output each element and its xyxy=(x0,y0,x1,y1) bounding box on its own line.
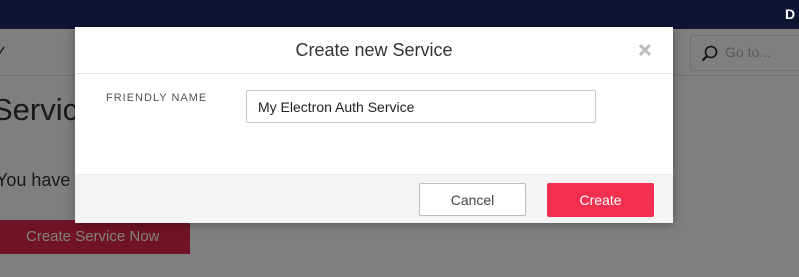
friendly-name-label: FRIENDLY NAME xyxy=(106,92,208,104)
top-nav-bar: D xyxy=(0,0,799,29)
cancel-button[interactable]: Cancel xyxy=(419,183,526,216)
friendly-name-input[interactable] xyxy=(246,90,596,123)
modal-footer: Cancel Create xyxy=(75,174,673,223)
create-service-modal: Create new Service FRIENDLY NAME Cancel … xyxy=(75,27,673,223)
modal-header: Create new Service xyxy=(75,27,673,74)
modal-body: FRIENDLY NAME xyxy=(75,74,673,174)
create-button[interactable]: Create xyxy=(547,183,654,217)
close-icon xyxy=(634,43,656,64)
user-initial[interactable]: D xyxy=(785,6,799,22)
close-button[interactable] xyxy=(634,39,656,61)
modal-title: Create new Service xyxy=(295,40,453,60)
